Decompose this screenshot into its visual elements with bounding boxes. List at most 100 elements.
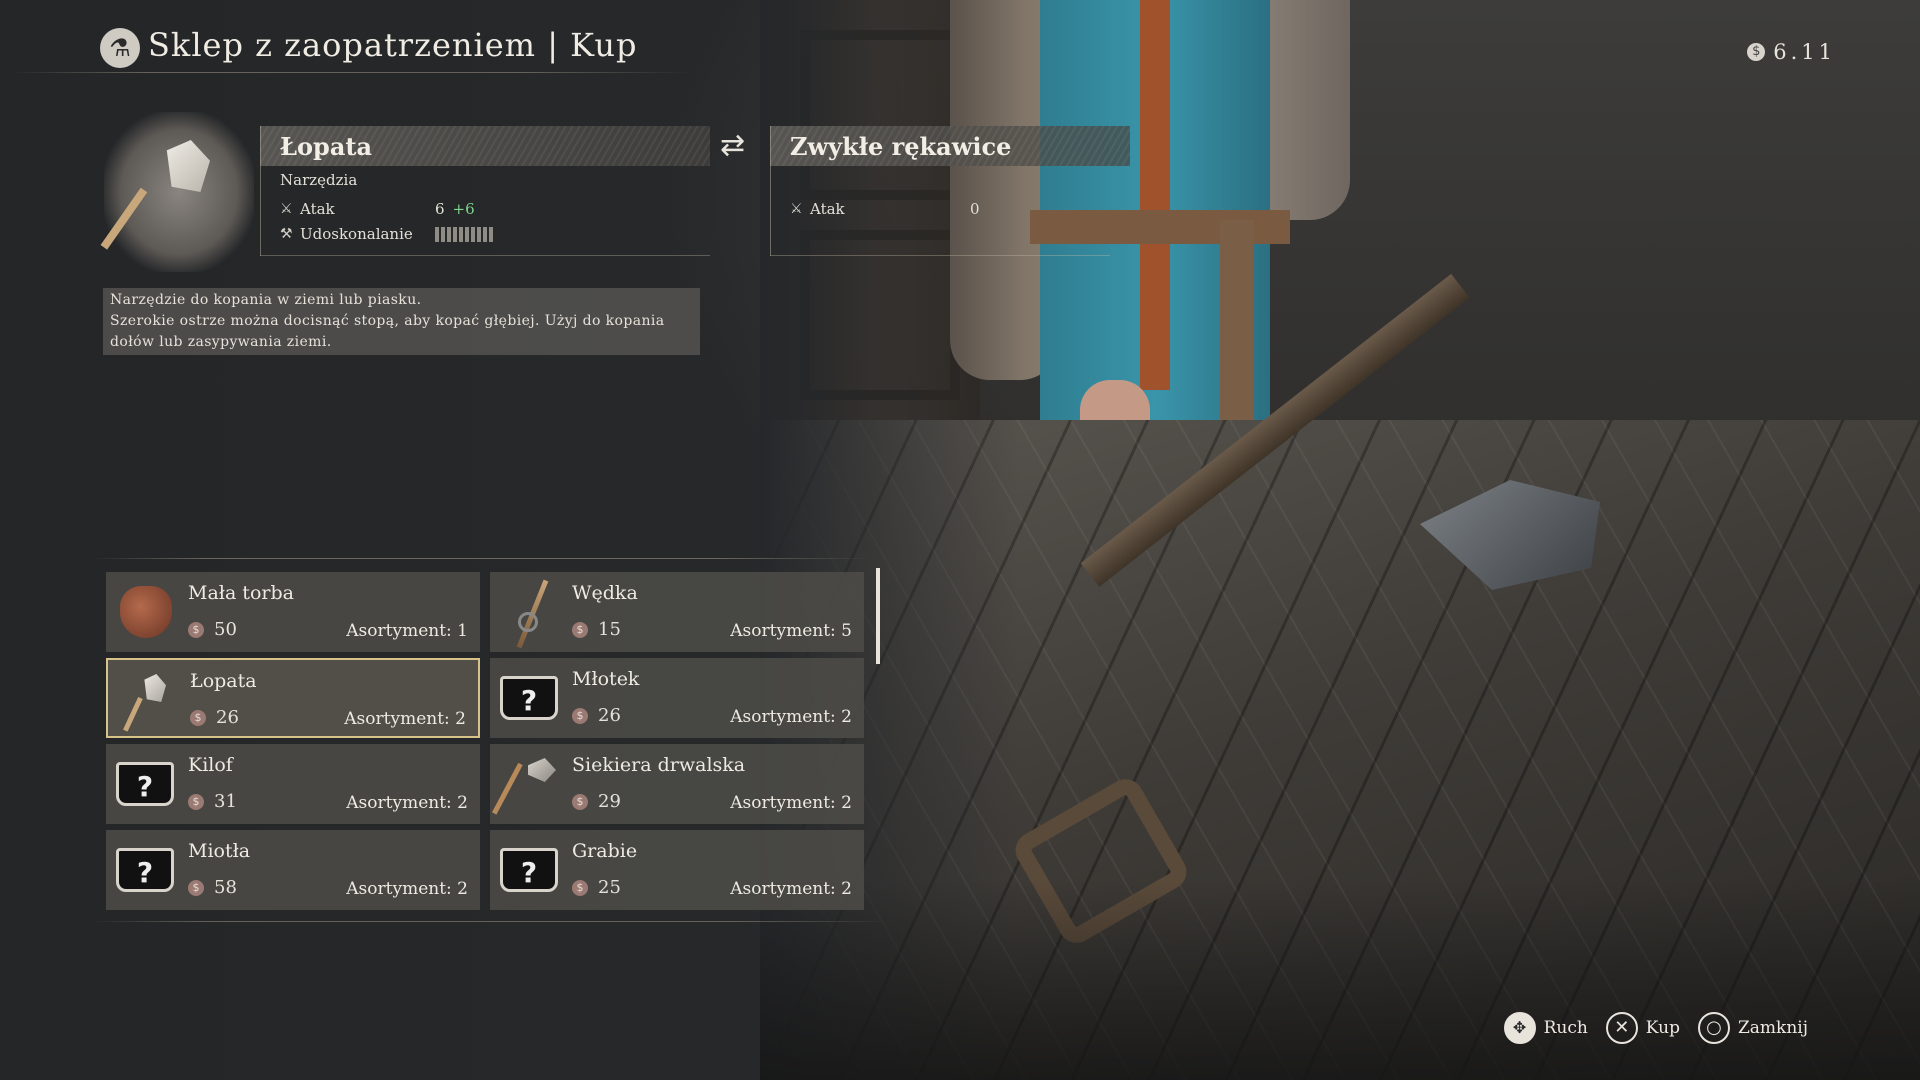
upgrade-slot [477, 227, 481, 242]
hint-label: Ruch [1543, 1018, 1588, 1038]
upgrade-slot [447, 227, 451, 242]
shovel-image [100, 112, 254, 272]
upgrade-slot [471, 227, 475, 242]
merchant-strap [1220, 220, 1254, 430]
item-name: Grabie [572, 840, 638, 862]
shovel-icon [118, 670, 178, 732]
merchant-lacing [1140, 0, 1170, 390]
cross-button-icon: ✕ [1605, 1012, 1638, 1044]
shop-item-selected[interactable]: Łopata $26 Asortyment: 2 [106, 658, 480, 738]
axe-icon [492, 754, 560, 815]
item-stock: Asortyment: 2 [346, 879, 468, 899]
compare-item-card: Zwykłe rękawice ⚔ Atak 0 [770, 126, 1130, 256]
upgrade-slot [453, 227, 457, 242]
description-text: Narzędzie do kopania w ziemi lub piasku.… [110, 292, 665, 350]
shovel-handle [100, 187, 148, 250]
item-price: $25 [572, 877, 621, 898]
price-value: 31 [214, 791, 237, 812]
price-value: 29 [598, 791, 621, 812]
shop-header: ⚗ Sklep z zaopatrzeniem | Kup [0, 20, 700, 76]
swap-arrows-icon: ⇄ [720, 128, 746, 163]
stat-label: Udoskonalanie [300, 225, 413, 243]
item-price: $31 [188, 791, 237, 812]
shovel-blade [166, 140, 210, 192]
shop-item[interactable]: Wędka $15 Asortyment: 5 [490, 572, 864, 652]
stat-value: 6 [435, 200, 445, 218]
shop-item[interactable]: ? Kilof $31 Asortyment: 2 [106, 744, 480, 824]
item-price: $58 [188, 877, 237, 898]
item-name: Mała torba [188, 582, 294, 604]
sword-icon: ⚔ [280, 201, 293, 217]
price-value: 15 [598, 619, 621, 640]
coin-icon: $ [188, 879, 204, 896]
header-divider [10, 72, 690, 73]
upgrade-slot [459, 227, 463, 242]
item-name: Kilof [188, 754, 233, 776]
unknown-item-icon: ? [116, 754, 176, 814]
hint-label: Zamknij [1737, 1018, 1808, 1038]
selected-item-category: Narzędzia [280, 171, 358, 189]
stat-value: 0 [970, 200, 980, 218]
stat-bonus: +6 [452, 200, 475, 218]
item-stock: Asortyment: 2 [730, 707, 852, 727]
item-stock: Asortyment: 1 [346, 621, 468, 641]
card-divider [770, 126, 771, 256]
scene-fade [760, 880, 1920, 1080]
hint-buy[interactable]: ✕ Kup [1605, 1012, 1680, 1044]
shop-item[interactable]: Mała torba $50 Asortyment: 1 [106, 572, 480, 652]
price-value: 26 [216, 707, 239, 728]
item-price: $15 [572, 619, 621, 640]
stat-value-wrap: 6 +6 [435, 200, 475, 218]
shop-item[interactable]: ? Miotła $58 Asortyment: 2 [106, 830, 480, 910]
hint-close[interactable]: ○ Zamknij [1697, 1012, 1808, 1044]
item-name: Łopata [190, 670, 257, 692]
selected-item-card: Łopata Narzędzia ⚔ Atak 6 +6 ⚒ Udoskonala… [260, 126, 710, 256]
price-value: 50 [214, 619, 237, 640]
scrollbar[interactable] [876, 568, 880, 664]
list-divider [92, 558, 872, 559]
compare-item-bar: Zwykłe rękawice [770, 126, 1130, 166]
coin-icon: $ [572, 793, 588, 810]
compare-item-name: Zwykłe rękawice [790, 132, 1012, 161]
item-name: Wędka [572, 582, 638, 604]
shop-item[interactable]: ? Młotek $26 Asortyment: 2 [490, 658, 864, 738]
item-price: $50 [188, 619, 237, 640]
card-divider [260, 255, 710, 256]
list-divider [92, 921, 892, 922]
item-price: $26 [190, 707, 239, 728]
coin-icon: $ [188, 793, 204, 810]
item-name: Młotek [572, 668, 640, 690]
item-price: $29 [572, 791, 621, 812]
bag-icon [116, 582, 176, 642]
hint-move[interactable]: ✥ Ruch [1503, 1012, 1588, 1044]
price-value: 25 [598, 877, 621, 898]
coin-icon: $ [188, 621, 204, 638]
unknown-item-icon: ? [116, 840, 176, 900]
upgrade-slot [435, 227, 439, 242]
shop-item[interactable]: Siekiera drwalska $29 Asortyment: 2 [490, 744, 864, 824]
stat-attack: ⚔ Atak 6 +6 [280, 200, 475, 218]
item-stock: Asortyment: 5 [730, 621, 852, 641]
coin-icon: $ [572, 707, 588, 724]
coin-icon: $ [1747, 43, 1766, 61]
stat-upgrade: ⚒ Udoskonalanie [280, 225, 493, 243]
selected-item-bar: Łopata [260, 126, 710, 166]
upgrade-slot [483, 227, 487, 242]
selected-item-name: Łopata [280, 132, 373, 161]
coin-icon: $ [572, 621, 588, 638]
sword-icon: ⚔ [790, 201, 803, 217]
stat-label: Atak [300, 200, 335, 218]
circle-button-icon: ○ [1697, 1012, 1730, 1044]
coin-icon: $ [572, 879, 588, 896]
item-stock: Asortyment: 2 [344, 709, 466, 729]
upgrade-slot [441, 227, 445, 242]
dpad-icon: ✥ [1503, 1012, 1536, 1044]
potion-flask-icon: ⚗ [100, 28, 140, 68]
shop-item[interactable]: ? Grabie $25 Asortyment: 2 [490, 830, 864, 910]
item-stock: Asortyment: 2 [730, 793, 852, 813]
upgrade-slot [489, 227, 493, 242]
hint-label: Kup [1645, 1018, 1680, 1038]
money-value: 6.11 [1773, 40, 1836, 64]
compare-stat-attack: ⚔ Atak 0 [790, 200, 980, 218]
card-divider [260, 126, 261, 256]
